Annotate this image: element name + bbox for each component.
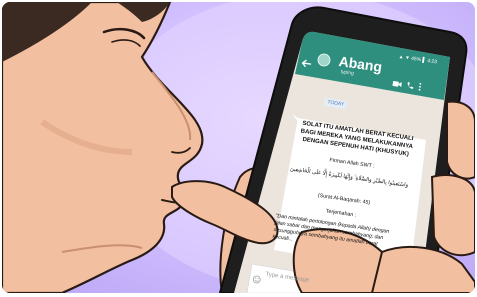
illustration-frame: Abang typing ▲ ▼ 45% ▌ 4:23 TODAY SOLAT … (2, 2, 475, 293)
status-bar: ▲ ▼ 45% ▌ 4:23 (398, 54, 438, 66)
phone-ui: Abang typing ▲ ▼ 45% ▌ 4:23 TODAY SOLAT … (2, 2, 475, 293)
message-input[interactable]: Type a message (265, 272, 309, 284)
back-arrow-icon[interactable] (300, 54, 312, 73)
video-camera-icon[interactable] (391, 74, 402, 93)
date-chip: TODAY (323, 98, 348, 110)
contact-status: typing (340, 69, 355, 77)
message-title: SOLAT ITU AMATLAH BERAT KECUALI BAGI MER… (300, 120, 414, 158)
emoji-icon[interactable] (251, 270, 261, 289)
phone-icon[interactable] (405, 76, 414, 95)
more-vertical-icon[interactable] (417, 78, 422, 96)
